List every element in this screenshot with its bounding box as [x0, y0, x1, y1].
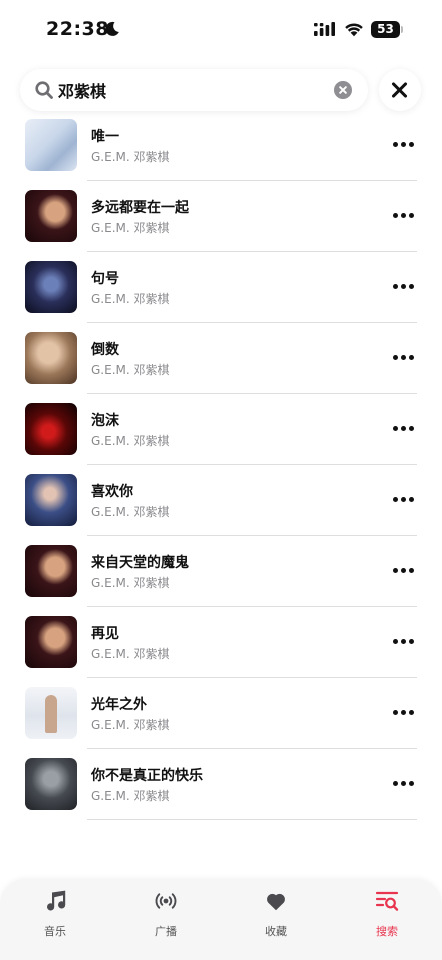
- album-cover: [25, 190, 77, 242]
- tab-label: 广播: [155, 925, 177, 938]
- search-icon: [35, 81, 53, 99]
- song-title: 喜欢你: [91, 484, 133, 500]
- song-row[interactable]: 倒数 G.E.M. 邓紫棋: [0, 323, 442, 394]
- more-options-icon[interactable]: [392, 702, 418, 722]
- song-title: 你不是真正的快乐: [91, 768, 203, 784]
- song-row[interactable]: 来自天堂的魔鬼 G.E.M. 邓紫棋: [0, 536, 442, 607]
- battery-icon: 53: [371, 21, 403, 38]
- song-row[interactable]: 唯一 G.E.M. 邓紫棋: [0, 110, 442, 181]
- tab-label: 收藏: [265, 925, 287, 938]
- song-row[interactable]: 你不是真正的快乐 G.E.M. 邓紫棋: [0, 749, 442, 820]
- more-options-icon[interactable]: [392, 560, 418, 580]
- cellular-signal-icon: [314, 22, 335, 36]
- song-row[interactable]: 句号 G.E.M. 邓紫棋: [0, 252, 442, 323]
- song-artist: G.E.M. 邓紫棋: [91, 505, 170, 519]
- song-row[interactable]: 多远都要在一起 G.E.M. 邓紫棋: [0, 181, 442, 252]
- song-title: 多远都要在一起: [91, 200, 189, 216]
- heart-icon: [267, 893, 285, 911]
- search-list-icon: [375, 891, 399, 911]
- tab-search[interactable]: 搜索: [355, 889, 419, 945]
- battery-cap: [401, 26, 403, 33]
- clear-search-icon[interactable]: [334, 81, 352, 99]
- search-input[interactable]: [58, 69, 308, 111]
- album-cover: [25, 545, 77, 597]
- radio-broadcast-icon: [155, 893, 177, 909]
- tab-radio[interactable]: 广播: [134, 889, 198, 945]
- album-cover: [25, 687, 77, 739]
- song-artist: G.E.M. 邓紫棋: [91, 434, 170, 448]
- tab-music[interactable]: 音乐: [23, 889, 87, 945]
- song-title: 句号: [91, 271, 119, 287]
- status-time: 22:38: [46, 18, 109, 40]
- row-divider: [87, 819, 417, 820]
- album-cover: [25, 758, 77, 810]
- song-row[interactable]: 泡沫 G.E.M. 邓紫棋: [0, 394, 442, 465]
- album-cover: [25, 616, 77, 668]
- song-artist: G.E.M. 邓紫棋: [91, 718, 170, 732]
- wifi-icon: [345, 23, 363, 37]
- album-cover: [25, 119, 77, 171]
- more-options-icon[interactable]: [392, 773, 418, 793]
- tab-label: 音乐: [44, 925, 66, 938]
- song-artist: G.E.M. 邓紫棋: [91, 150, 170, 164]
- song-title: 泡沫: [91, 413, 119, 429]
- song-artist: G.E.M. 邓紫棋: [91, 647, 170, 661]
- song-title: 来自天堂的魔鬼: [91, 555, 189, 571]
- status-bar: 22:38 53: [0, 0, 442, 60]
- song-title: 光年之外: [91, 697, 147, 713]
- more-options-icon[interactable]: [392, 276, 418, 296]
- more-options-icon[interactable]: [392, 631, 418, 651]
- album-cover: [25, 332, 77, 384]
- search-bar[interactable]: [20, 69, 368, 111]
- album-cover: [25, 261, 77, 313]
- song-title: 倒数: [91, 342, 119, 358]
- song-title: 唯一: [91, 129, 119, 145]
- song-artist: G.E.M. 邓紫棋: [91, 292, 170, 306]
- music-note-icon: [47, 890, 66, 911]
- song-list: 唯一 G.E.M. 邓紫棋 多远都要在一起 G.E.M. 邓紫棋 句号 G.E.M. 邓紫…: [0, 110, 442, 830]
- album-cover: [25, 403, 77, 455]
- song-artist: G.E.M. 邓紫棋: [91, 576, 170, 590]
- more-options-icon[interactable]: [392, 489, 418, 509]
- song-row[interactable]: 再见 G.E.M. 邓紫棋: [0, 607, 442, 678]
- song-title: 再见: [91, 626, 119, 642]
- battery-level: 53: [371, 21, 400, 38]
- song-artist: G.E.M. 邓紫棋: [91, 363, 170, 377]
- song-row[interactable]: 光年之外 G.E.M. 邓紫棋: [0, 678, 442, 749]
- more-options-icon[interactable]: [392, 134, 418, 154]
- song-row[interactable]: 喜欢你 G.E.M. 邓紫棋: [0, 465, 442, 536]
- album-cover: [25, 474, 77, 526]
- more-options-icon[interactable]: [392, 205, 418, 225]
- moon-icon: [105, 21, 119, 36]
- close-search-button[interactable]: [379, 69, 421, 111]
- more-options-icon[interactable]: [392, 347, 418, 367]
- more-options-icon[interactable]: [392, 418, 418, 438]
- song-artist: G.E.M. 邓紫棋: [91, 221, 170, 235]
- tab-label: 搜索: [376, 925, 398, 938]
- tab-favorites[interactable]: 收藏: [244, 889, 308, 945]
- song-artist: G.E.M. 邓紫棋: [91, 789, 170, 803]
- tab-bar: 音乐 广播 收藏 搜索: [0, 879, 442, 960]
